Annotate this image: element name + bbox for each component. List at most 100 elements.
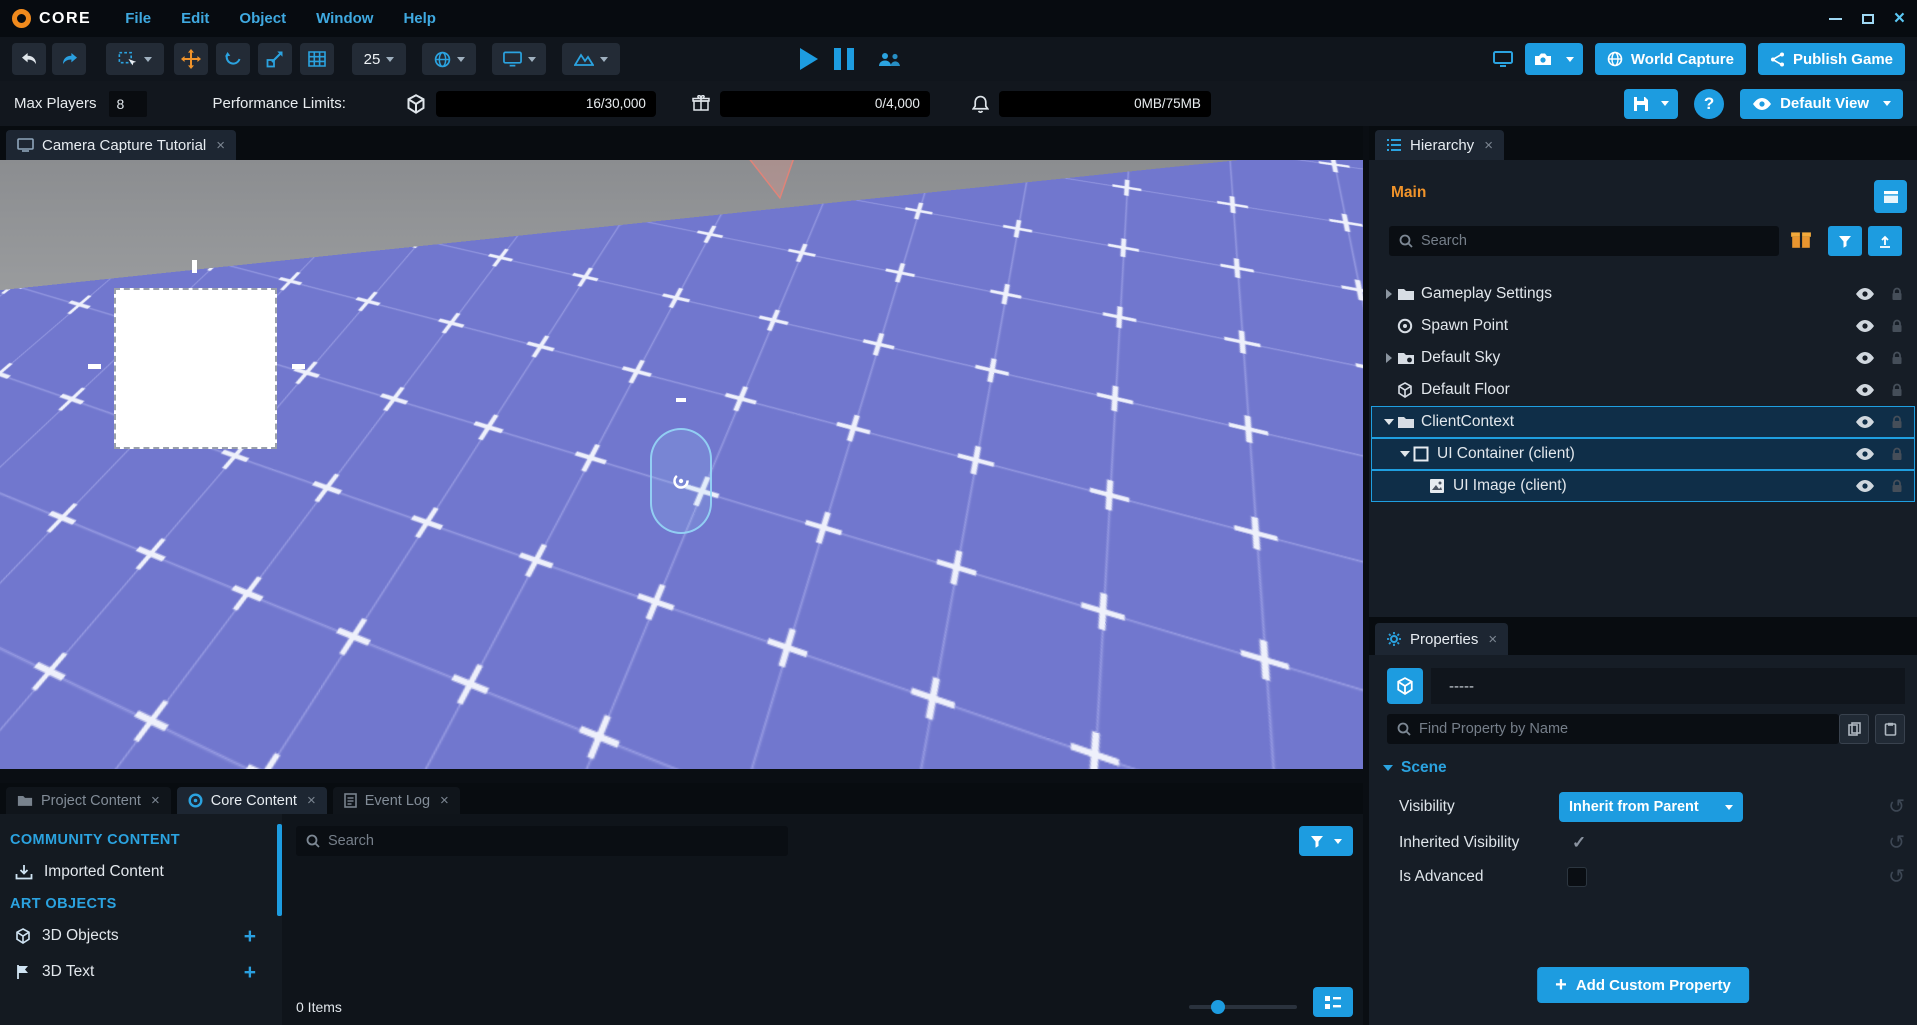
world-space-dropdown[interactable] — [422, 43, 476, 75]
add-custom-property-button[interactable]: + Add Custom Property — [1537, 967, 1749, 1003]
slider-knob[interactable] — [1211, 1000, 1225, 1014]
default-view-dropdown[interactable]: Default View — [1740, 89, 1903, 119]
tree-item-clientcontext[interactable]: ClientContext — [1371, 406, 1915, 438]
visibility-toggle[interactable] — [1855, 288, 1875, 300]
lock-toggle[interactable] — [1891, 351, 1903, 365]
tab-core-content[interactable]: Core Content × — [177, 787, 327, 814]
reset-property-icon[interactable]: ↺ — [1888, 867, 1905, 887]
grid-size-dropdown[interactable]: 25 — [352, 43, 406, 75]
close-icon[interactable]: × — [307, 792, 316, 809]
ui-handle-right[interactable] — [292, 364, 305, 369]
visibility-toggle[interactable] — [1855, 320, 1875, 332]
lock-toggle[interactable] — [1891, 383, 1903, 397]
move-tool-button[interactable] — [174, 43, 208, 75]
help-button[interactable]: ? — [1694, 89, 1724, 119]
visibility-toggle[interactable] — [1855, 384, 1875, 396]
terrain-tool-dropdown[interactable] — [562, 43, 620, 75]
expander-icon[interactable] — [1381, 289, 1397, 299]
add-icon[interactable]: + — [244, 926, 256, 947]
screenshot-dropdown[interactable] — [1525, 43, 1583, 75]
visibility-toggle[interactable] — [1855, 352, 1875, 364]
hierarchy-search[interactable] — [1389, 226, 1779, 256]
ui-container-preview[interactable] — [114, 288, 277, 449]
community-content-icon[interactable] — [1790, 229, 1812, 249]
viewport-3d[interactable]: x y z — [0, 160, 1363, 769]
undo-button[interactable] — [12, 43, 46, 75]
ui-handle-top[interactable] — [192, 260, 197, 273]
sidebar-item-3d-objects[interactable]: 3D Objects + — [0, 918, 282, 954]
content-search-input[interactable] — [328, 833, 788, 849]
menu-help[interactable]: Help — [403, 10, 436, 27]
tab-event-log[interactable]: Event Log × — [333, 787, 460, 814]
max-players-input[interactable] — [109, 91, 147, 117]
menu-object[interactable]: Object — [239, 10, 286, 27]
tab-properties[interactable]: Properties × — [1375, 623, 1508, 655]
lock-toggle[interactable] — [1891, 447, 1903, 461]
sidebar-item-imported-content[interactable]: Imported Content — [0, 854, 282, 890]
visibility-toggle[interactable] — [1855, 416, 1875, 428]
tree-item-ui-container[interactable]: UI Container (client) — [1371, 438, 1915, 470]
world-capture-button[interactable]: World Capture — [1595, 43, 1746, 75]
menu-edit[interactable]: Edit — [181, 10, 209, 27]
property-search[interactable] — [1387, 714, 1839, 744]
close-icon[interactable]: × — [151, 792, 160, 809]
content-search[interactable] — [296, 826, 788, 856]
tree-item-gameplay-settings[interactable]: Gameplay Settings — [1371, 278, 1915, 310]
play-button[interactable] — [800, 48, 818, 70]
visibility-toggle[interactable] — [1855, 480, 1875, 492]
paste-properties-button[interactable] — [1875, 714, 1905, 744]
tree-item-ui-image[interactable]: UI Image (client) — [1371, 470, 1915, 502]
lock-toggle[interactable] — [1891, 415, 1903, 429]
section-scene[interactable]: Scene — [1383, 759, 1447, 777]
rotate-tool-button[interactable] — [216, 43, 250, 75]
grid-snap-button[interactable] — [300, 43, 334, 75]
hierarchy-filter-button[interactable] — [1828, 226, 1862, 256]
selection-mode-dropdown[interactable] — [106, 43, 164, 75]
content-filter-dropdown[interactable] — [1299, 826, 1353, 856]
tab-project-content[interactable]: Project Content × — [6, 787, 171, 814]
screen-mode-dropdown[interactable] — [492, 43, 546, 75]
object-type-button[interactable] — [1387, 668, 1423, 704]
reset-property-icon[interactable]: ↺ — [1888, 833, 1905, 853]
pause-button[interactable] — [834, 48, 854, 70]
is-advanced-checkbox[interactable] — [1567, 867, 1587, 887]
copy-properties-button[interactable] — [1839, 714, 1869, 744]
minimize-icon[interactable] — [1829, 18, 1842, 20]
menu-file[interactable]: File — [125, 10, 151, 27]
grid-view-button[interactable] — [1313, 987, 1353, 1017]
maximize-icon[interactable] — [1862, 14, 1874, 24]
scene-manager-button[interactable] — [1874, 180, 1907, 213]
close-icon[interactable]: × — [1894, 9, 1905, 28]
scale-tool-button[interactable] — [258, 43, 292, 75]
ui-handle-left[interactable] — [88, 364, 101, 369]
visibility-toggle[interactable] — [1855, 448, 1875, 460]
add-icon[interactable]: + — [244, 962, 256, 983]
multiplayer-preview-button[interactable] — [878, 52, 902, 67]
hierarchy-export-button[interactable] — [1868, 226, 1902, 256]
property-search-input[interactable] — [1419, 721, 1839, 737]
tab-camera-capture-tutorial[interactable]: Camera Capture Tutorial × — [6, 130, 236, 160]
save-dropdown-button[interactable] — [1624, 89, 1678, 119]
publish-game-button[interactable]: Publish Game — [1758, 43, 1905, 75]
close-icon[interactable]: × — [1484, 137, 1493, 154]
expander-icon[interactable] — [1397, 451, 1413, 457]
reset-property-icon[interactable]: ↺ — [1888, 797, 1905, 817]
shared-screen-button[interactable] — [1493, 51, 1513, 67]
close-icon[interactable]: × — [216, 137, 225, 154]
close-icon[interactable]: × — [1488, 631, 1497, 648]
tree-item-spawn-point[interactable]: Spawn Point — [1371, 310, 1915, 342]
hierarchy-search-input[interactable] — [1421, 233, 1779, 249]
lock-toggle[interactable] — [1891, 479, 1903, 493]
tree-item-default-sky[interactable]: Default Sky — [1371, 342, 1915, 374]
redo-button[interactable] — [52, 43, 86, 75]
thumbnail-size-slider[interactable] — [1189, 1005, 1297, 1009]
lock-toggle[interactable] — [1891, 319, 1903, 333]
tree-item-default-floor[interactable]: Default Floor — [1371, 374, 1915, 406]
spawn-point-gizmo[interactable] — [650, 428, 712, 534]
visibility-dropdown[interactable]: Inherit from Parent — [1559, 792, 1743, 822]
tab-hierarchy[interactable]: Hierarchy × — [1375, 130, 1504, 160]
menu-window[interactable]: Window — [316, 10, 373, 27]
expander-icon[interactable] — [1381, 419, 1397, 425]
lock-toggle[interactable] — [1891, 287, 1903, 301]
sidebar-item-3d-text[interactable]: 3D Text + — [0, 954, 282, 990]
